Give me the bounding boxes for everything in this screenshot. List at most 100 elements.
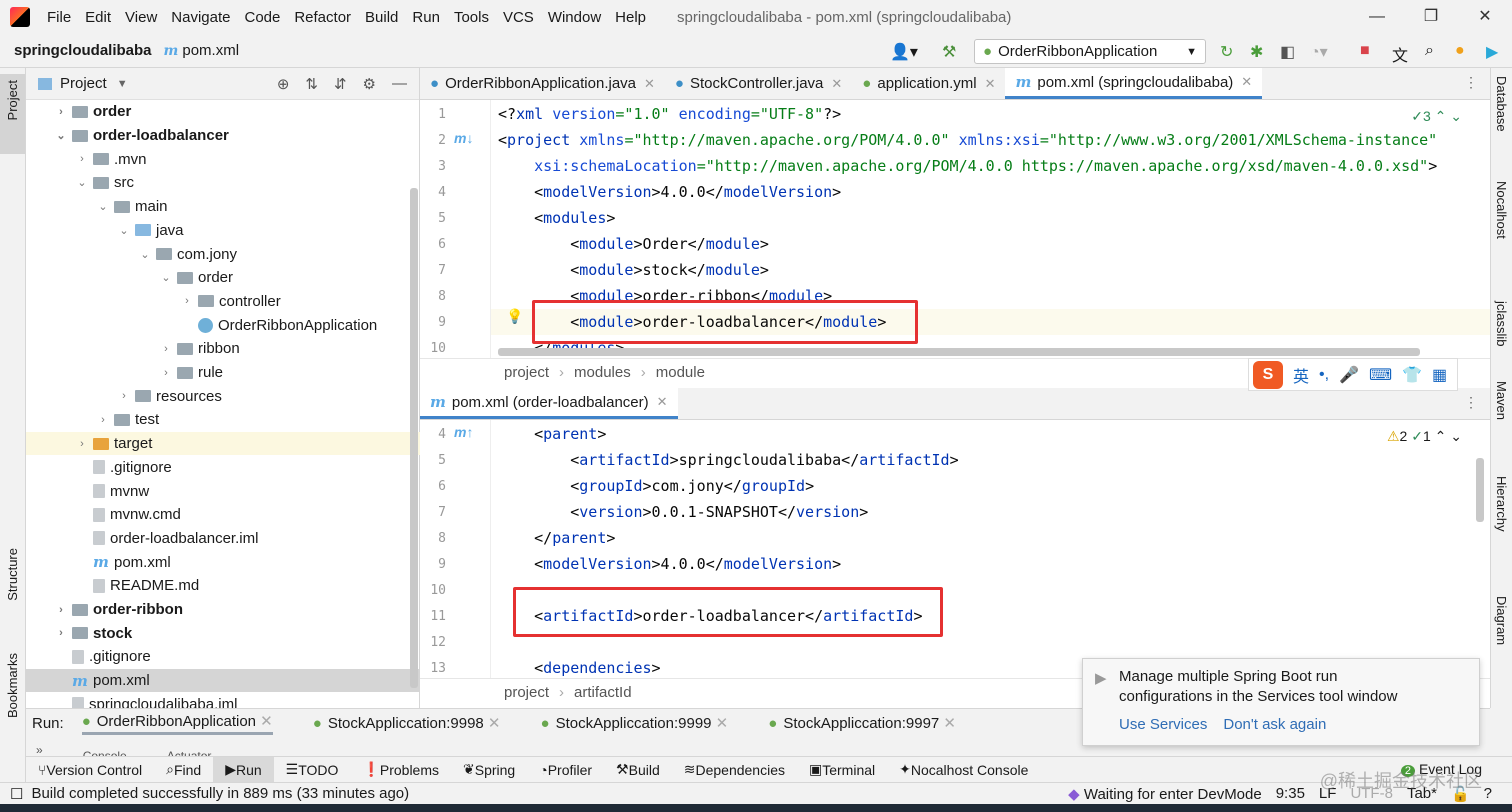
toolwindow-version-control[interactable]: ⑂ Version Control — [26, 757, 154, 783]
tree-item[interactable]: › ribbon — [26, 337, 420, 361]
help-icon[interactable]: ? — [1484, 785, 1492, 802]
tree-item[interactable]: mvnw — [26, 479, 420, 503]
maven-gutter-icon[interactable]: m↓ — [454, 130, 473, 146]
close-tab-icon[interactable]: ✕ — [712, 715, 729, 732]
menu-run[interactable]: Run — [405, 9, 447, 26]
tree-item[interactable]: ⌄ order — [26, 266, 420, 290]
close-window-button[interactable]: ✕ — [1458, 0, 1512, 34]
project-view-select[interactable]: Project — [60, 75, 107, 92]
chevron-down-icon[interactable]: ⌄ — [159, 271, 173, 284]
code-line[interactable]: <parent> — [498, 421, 606, 447]
tree-item[interactable]: ⌄ src — [26, 171, 420, 195]
user-icon[interactable]: 👤▾ — [890, 42, 918, 62]
menu-help[interactable]: Help — [608, 9, 653, 26]
menu-build[interactable]: Build — [358, 9, 405, 26]
tree-item[interactable]: › target — [26, 431, 420, 456]
chevron-down-icon[interactable]: ⌄ — [75, 176, 89, 189]
tree-item[interactable]: › order — [26, 100, 420, 124]
chevron-down-icon[interactable]: ⌄ — [54, 129, 68, 142]
menu-edit[interactable]: Edit — [78, 9, 118, 26]
menu-tools[interactable]: Tools — [447, 9, 496, 26]
code-line[interactable]: <groupId>com.jony</groupId> — [498, 473, 814, 499]
tree-item[interactable]: ⌄ order-loadbalancer — [26, 124, 420, 148]
chevron-right-icon[interactable]: › — [54, 627, 68, 639]
close-tab-icon[interactable]: ✕ — [831, 76, 842, 92]
lightbulb-icon[interactable]: 💡 — [506, 308, 523, 325]
tree-scrollbar[interactable] — [410, 188, 418, 688]
breadcrumb-item[interactable]: project — [504, 684, 549, 701]
toolwindow-problems[interactable]: ❗ Problems — [350, 757, 451, 783]
menu-vcs[interactable]: VCS — [496, 9, 541, 26]
breadcrumb-item[interactable]: project — [504, 364, 549, 381]
build-hammer-icon[interactable]: ⚒ — [942, 42, 956, 62]
code-line[interactable]: <module>stock</module> — [498, 257, 769, 283]
code-line[interactable]: <modelVersion>4.0.0</modelVersion> — [498, 551, 841, 577]
structure-tool-button[interactable]: Structure — [5, 548, 20, 601]
status-panel-icon[interactable]: ☐ — [10, 785, 23, 803]
toolwindow-find[interactable]: ⌕ Find — [154, 757, 213, 783]
toolwindow-profiler[interactable]: ◔ Profiler — [527, 757, 604, 783]
inspection-indicator[interactable]: ⚠2 ✓1 ⌃ ⌄ — [1387, 428, 1462, 445]
devmode-status[interactable]: ◆ Waiting for enter DevMode — [1068, 785, 1262, 803]
right-tool-bpmn-activiti-diagram[interactable]: BPMN-Activiti-Diagram — [1494, 596, 1512, 708]
bookmarks-tool-button[interactable]: Bookmarks — [5, 653, 20, 718]
code-line[interactable]: <modelVersion>4.0.0</modelVersion> — [498, 179, 841, 205]
chevron-right-icon[interactable]: › — [159, 367, 173, 379]
chevron-right-icon[interactable]: › — [117, 390, 131, 402]
tree-item[interactable]: › order-ribbon — [26, 598, 420, 622]
close-tab-icon[interactable]: ✕ — [256, 713, 273, 730]
tree-item[interactable]: m pom.xml — [26, 668, 420, 693]
keyboard-icon[interactable]: ⌨ — [1369, 365, 1392, 385]
maven-gutter-icon[interactable]: m↑ — [454, 424, 473, 440]
code-line[interactable]: xsi:schemaLocation="http://maven.apache.… — [498, 153, 1437, 179]
run-tab[interactable]: ● StockAppliccation:9998 ✕ — [313, 714, 501, 732]
breadcrumb-item[interactable]: modules — [574, 364, 631, 381]
code-line[interactable]: <version>0.0.1-SNAPSHOT</version> — [498, 499, 868, 525]
dont-ask-again-link[interactable]: Don't ask again — [1223, 716, 1326, 733]
stop-icon[interactable]: ■ — [1360, 42, 1370, 60]
menu-navigate[interactable]: Navigate — [164, 9, 237, 26]
toolbox-icon[interactable]: ▦ — [1432, 365, 1447, 385]
rerun-icon[interactable]: ↻ — [1220, 42, 1233, 62]
tree-item[interactable]: › test — [26, 408, 420, 432]
vertical-scrollbar[interactable] — [1476, 458, 1484, 522]
code-line[interactable]: <module>Order</module> — [498, 231, 769, 257]
skin-icon[interactable]: 👕 — [1402, 365, 1422, 385]
code-line[interactable]: <artifactId>springcloudalibaba</artifact… — [498, 447, 958, 473]
tree-item[interactable]: ⌄ java — [26, 219, 420, 243]
tab-2[interactable]: ● application.yml ✕ — [852, 68, 1005, 99]
inspection-ok-indicator[interactable]: ✓3 ⌃ ⌄ — [1411, 108, 1462, 125]
chevron-right-icon[interactable]: › — [54, 604, 68, 616]
code-line[interactable]: <modules> — [498, 205, 615, 231]
breadcrumb-item[interactable]: module — [656, 364, 705, 381]
toolwindow-run[interactable]: ▶ Run — [213, 756, 274, 783]
tree-item[interactable]: › stock — [26, 621, 420, 645]
right-tool-hierarchy[interactable]: Hierarchy — [1494, 476, 1509, 532]
horizontal-scrollbar[interactable] — [498, 348, 1420, 356]
tree-item[interactable]: ⌄ com.jony — [26, 242, 420, 266]
tab-3[interactable]: m pom.xml (springcloudalibaba) ✕ — [1005, 68, 1263, 99]
chevron-right-icon[interactable]: › — [54, 106, 68, 118]
tree-item[interactable]: m pom.xml — [26, 550, 420, 574]
close-tab-icon[interactable]: ✕ — [1241, 74, 1252, 90]
search-icon[interactable]: ⌕ — [1425, 42, 1434, 60]
tab-1[interactable]: ● StockController.java ✕ — [665, 68, 852, 99]
debug-icon[interactable]: ✱ — [1250, 42, 1263, 62]
chevron-right-icon[interactable]: › — [159, 343, 173, 355]
translate-icon[interactable]: 文 — [1392, 42, 1408, 66]
tree-item[interactable]: ⌄ main — [26, 195, 420, 219]
close-tab-icon[interactable]: ✕ — [939, 715, 956, 732]
right-tool-jclasslib[interactable]: jclasslib — [1494, 301, 1509, 347]
editor-pane-bottom[interactable]: 4 <parent> 5 <artifactId>springcloudaliba… — [420, 420, 1490, 678]
tree-item[interactable]: › rule — [26, 361, 420, 385]
menu-view[interactable]: View — [118, 9, 164, 26]
coverage-icon[interactable]: ◧ — [1280, 42, 1295, 62]
tab-0[interactable]: ● OrderRibbonApplication.java ✕ — [420, 68, 665, 99]
chevron-down-icon[interactable]: ▼ — [117, 78, 128, 90]
tree-item[interactable]: .gitignore — [26, 456, 420, 480]
gear-icon[interactable]: ⚙ — [363, 75, 376, 93]
run-config-select[interactable]: ● OrderRibbonApplication ▼ — [974, 39, 1206, 64]
toolwindow-dependencies[interactable]: ≋ Dependencies — [672, 757, 797, 783]
ime-language[interactable]: 英 — [1293, 363, 1309, 387]
more-tabs-icon[interactable]: ⋮ — [1464, 394, 1478, 411]
